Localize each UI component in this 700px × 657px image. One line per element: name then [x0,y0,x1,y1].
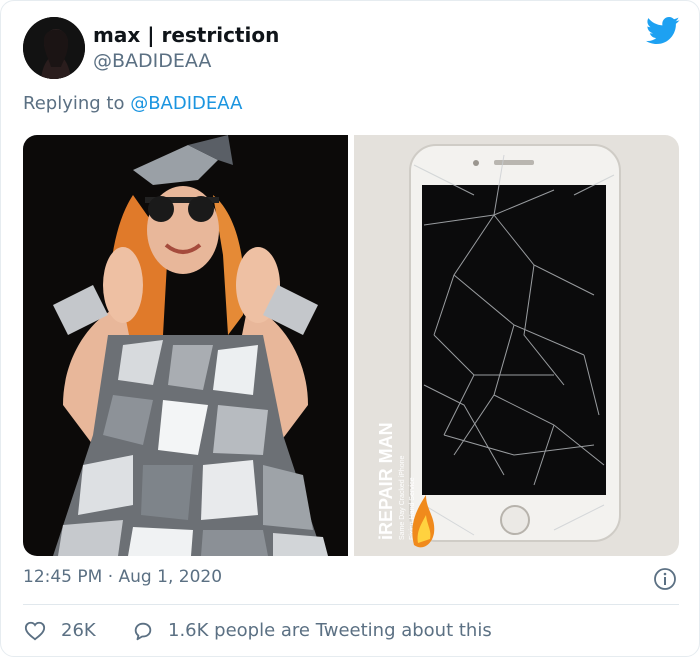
media-grid: iREPAIR MAN Same Day Cracked iPhone Fixi… [23,135,679,556]
reply-context: Replying to @BADIDEAA [23,93,242,114]
like-count[interactable]: 26K [61,620,96,641]
chat-bubble-icon[interactable] [132,620,154,642]
photo-right[interactable]: iREPAIR MAN Same Day Cracked iPhone Fixi… [354,135,679,556]
twitter-bird-icon[interactable] [646,16,680,46]
photo-left[interactable] [23,135,348,556]
tweet-card: max | restriction @BADIDEAA Replying to … [0,0,700,657]
conversation-link[interactable]: 1.6K people are Tweeting about this [168,620,492,641]
watermark-tagline: Same Day Cracked iPhone [399,455,406,540]
reply-mention-link[interactable]: @BADIDEAA [130,93,242,114]
author-display-name[interactable]: max | restriction [93,23,279,47]
heart-icon[interactable] [24,620,46,642]
divider [23,604,679,605]
reply-prefix: Replying to [23,93,131,114]
info-icon[interactable] [653,567,677,591]
avatar[interactable] [23,17,85,79]
watermark-brand: iREPAIR MAN [376,422,396,540]
author-handle[interactable]: @BADIDEAA [93,50,211,72]
tweet-timestamp[interactable]: 12:45 PM · Aug 1, 2020 [23,567,222,587]
